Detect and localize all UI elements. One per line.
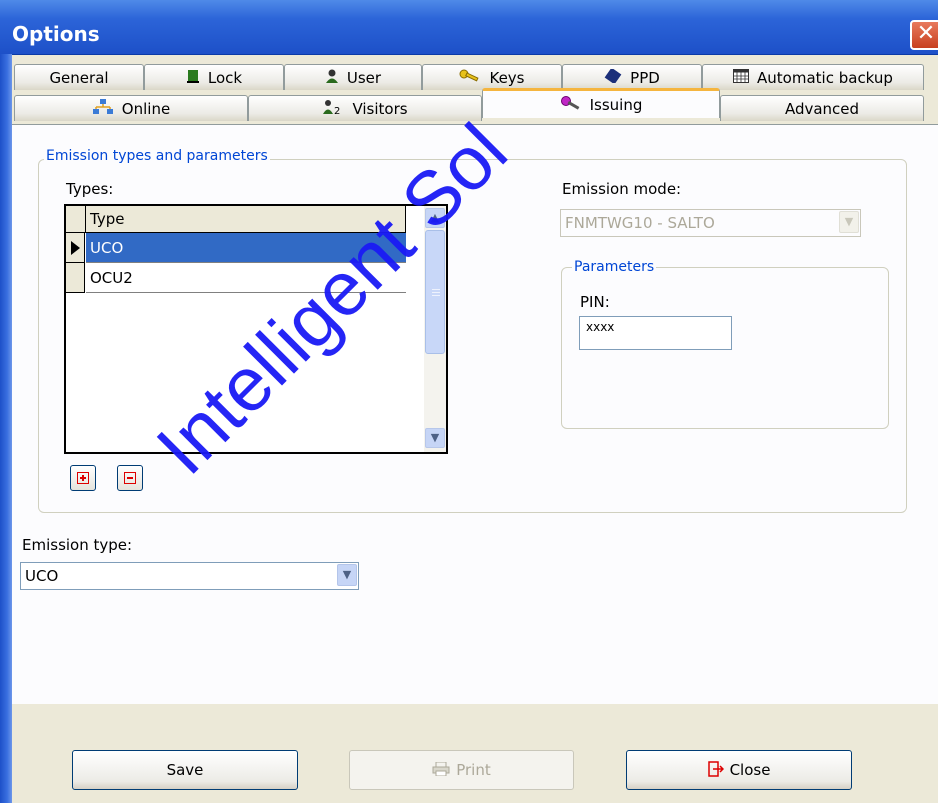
- tab-label: Advanced: [784, 99, 860, 118]
- calendar-icon: [733, 69, 750, 86]
- pin-input[interactable]: xxxx: [579, 316, 732, 350]
- type-cell[interactable]: UCO: [86, 233, 406, 263]
- emission-mode-value: FNMTWG10 - SALTO: [565, 214, 715, 232]
- tab-advanced[interactable]: Advanced: [720, 95, 924, 121]
- print-button[interactable]: Print: [349, 750, 574, 790]
- tab-label: General: [49, 68, 109, 87]
- emission-mode-label: Emission mode:: [562, 180, 682, 198]
- tab-keys[interactable]: Keys: [422, 64, 562, 90]
- emission-type-value: UCO: [25, 567, 59, 585]
- window-frame-left: [0, 54, 12, 803]
- minus-icon: [124, 472, 136, 484]
- title-bar: Options ✕: [0, 0, 938, 55]
- emission-type-label: Emission type:: [22, 536, 133, 554]
- print-label: Print: [456, 761, 491, 779]
- scroll-thumb[interactable]: [425, 230, 445, 354]
- tab-label: Issuing: [589, 95, 643, 114]
- types-grid[interactable]: Type UCO OCU2 ▲ ▼: [64, 204, 448, 454]
- remove-type-button[interactable]: [117, 465, 143, 491]
- pin-value: xxxx: [586, 320, 615, 334]
- ppd-device-icon: [604, 67, 622, 86]
- window-close-button[interactable]: ✕: [910, 20, 938, 50]
- pin-label: PIN:: [580, 293, 610, 311]
- network-icon: [92, 99, 114, 118]
- tab-label: Lock: [207, 68, 243, 87]
- tab-label: Visitors: [352, 99, 408, 118]
- emission-types-legend: Emission types and parameters: [44, 148, 270, 164]
- add-type-button[interactable]: [70, 465, 96, 491]
- user-icon: [325, 69, 339, 86]
- emission-mode-select[interactable]: FNMTWG10 - SALTO ▼: [560, 209, 861, 237]
- tab-lock[interactable]: Lock: [144, 64, 284, 90]
- scroll-up-button[interactable]: ▲: [425, 208, 445, 228]
- tab-label: Keys: [489, 68, 525, 87]
- grid-header-indicator: [66, 206, 86, 232]
- window-title: Options: [12, 22, 100, 46]
- issuing-key-icon: [560, 95, 582, 114]
- scroll-down-button[interactable]: ▼: [425, 428, 445, 448]
- emission-type-select[interactable]: UCO ▼: [20, 562, 359, 590]
- grid-vertical-scrollbar[interactable]: ▲ ▼: [424, 206, 446, 452]
- tab-issuing[interactable]: Issuing: [482, 88, 720, 118]
- type-cell[interactable]: OCU2: [86, 263, 406, 293]
- printer-icon: [432, 761, 450, 779]
- key-icon: [459, 69, 481, 86]
- tab-automatic-backup[interactable]: Automatic backup: [702, 64, 924, 90]
- tab-online[interactable]: Online: [14, 95, 248, 121]
- tab-general[interactable]: General: [14, 64, 144, 90]
- row-indicator: [66, 233, 85, 263]
- close-label: Close: [729, 761, 771, 779]
- tab-visitors[interactable]: 2 Visitors: [248, 95, 482, 121]
- tab-label: PPD: [630, 68, 660, 87]
- chevron-down-icon[interactable]: ▼: [839, 211, 859, 233]
- grid-header: Type: [66, 206, 406, 233]
- tab-label: Automatic backup: [757, 68, 893, 87]
- close-button[interactable]: Close: [626, 750, 852, 790]
- table-row[interactable]: UCO: [66, 233, 406, 263]
- chevron-down-icon[interactable]: ▼: [337, 564, 357, 586]
- visitors-icon: 2: [322, 99, 344, 118]
- door-icon: [186, 69, 200, 86]
- row-indicator: [66, 263, 85, 293]
- plus-icon: [77, 472, 89, 484]
- tab-label: Online: [121, 99, 171, 118]
- tab-label: User: [346, 68, 382, 87]
- column-header-type[interactable]: Type: [86, 206, 406, 232]
- current-row-marker-icon: [71, 241, 80, 255]
- types-label: Types:: [66, 180, 114, 198]
- parameters-legend: Parameters: [572, 259, 657, 275]
- exit-icon: [707, 760, 724, 780]
- table-row[interactable]: OCU2: [66, 263, 406, 293]
- save-label: Save: [166, 761, 204, 779]
- close-icon: ✕: [916, 21, 936, 46]
- svg-text:2: 2: [334, 106, 340, 115]
- tab-ppd[interactable]: PPD: [562, 64, 702, 90]
- save-button[interactable]: Save: [72, 750, 298, 790]
- tab-user[interactable]: User: [284, 64, 422, 90]
